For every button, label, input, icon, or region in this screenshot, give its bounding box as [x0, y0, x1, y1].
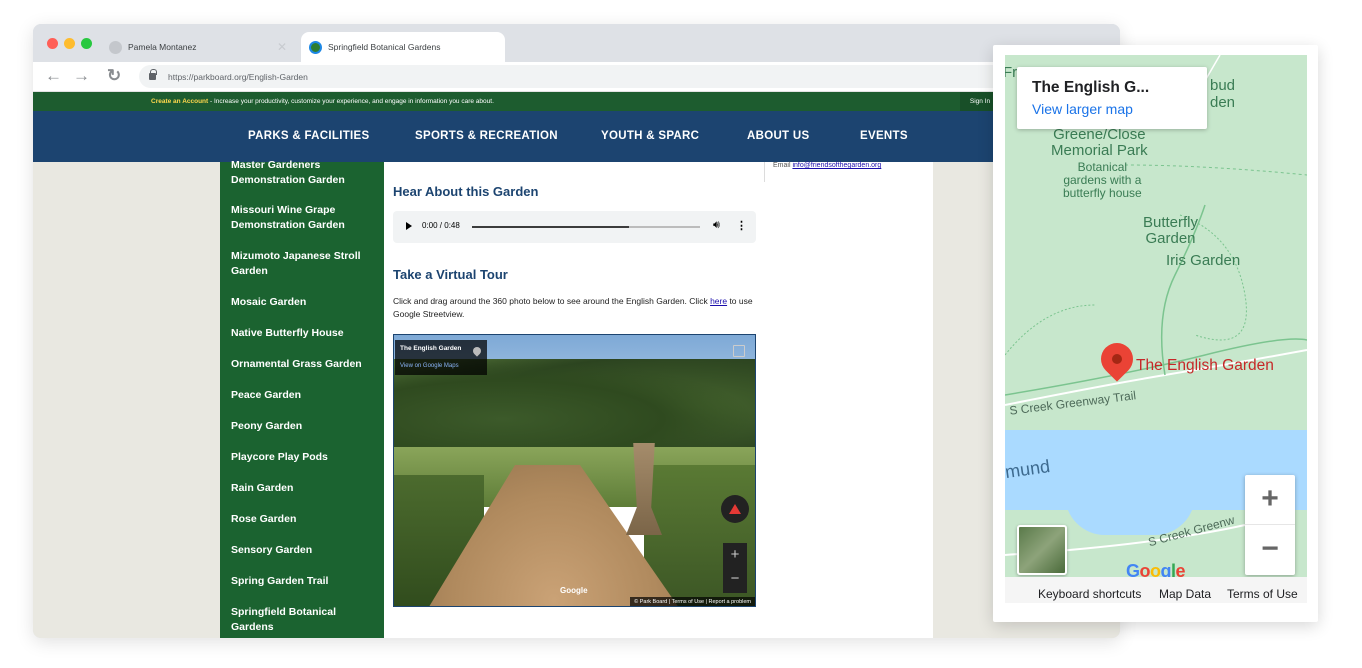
account-bar: Create an Account - Increase your produc… — [33, 92, 1120, 111]
address-bar[interactable]: https://parkboard.org/English-Garden — [139, 65, 1119, 88]
site-favicon-icon — [309, 40, 322, 54]
satellite-toggle-button[interactable] — [1017, 525, 1067, 575]
map-label-english-garden[interactable]: The English Garden — [1136, 358, 1274, 374]
zoom-in-button[interactable]: + — [1245, 475, 1295, 525]
globe-icon — [109, 40, 122, 54]
sidebar-item[interactable]: Peace Garden — [231, 388, 379, 403]
more-options-icon[interactable]: ⋮ — [736, 219, 747, 232]
panorama-credits[interactable]: © Park Board | Terms of Use | Report a p… — [630, 597, 755, 606]
page-viewport: Create an Account - Increase your produc… — [33, 92, 1120, 638]
map-zoom-control: + − — [1245, 475, 1295, 575]
audio-heading: Hear About this Garden — [393, 184, 539, 199]
garden-sidebar: Master Gardeners Demonstration Garden Mi… — [220, 159, 384, 638]
sidebar-item[interactable]: Ornamental Grass Garden — [231, 357, 379, 372]
url-text: https://parkboard.org/English-Garden — [168, 71, 308, 82]
keyboard-shortcuts-link[interactable]: Keyboard shortcuts — [1038, 587, 1141, 601]
map-label-water: mund — [1005, 455, 1052, 483]
audio-progress-track[interactable] — [472, 226, 700, 228]
google-logo: Google — [1126, 561, 1186, 577]
sidebar-item[interactable]: Peony Garden — [231, 419, 379, 434]
place-info-card: The English G... View larger map — [1017, 67, 1207, 129]
close-window-button[interactable] — [47, 38, 58, 49]
lock-icon — [149, 69, 157, 80]
panorama-info-card: The English Garden View on Google Maps — [395, 340, 487, 375]
tab-pamela-montanez[interactable]: Pamela Montanez ✕ — [101, 32, 297, 62]
tour-heading: Take a Virtual Tour — [393, 267, 508, 282]
nav-parks-facilities[interactable]: PARKS & FACILITIES — [248, 130, 369, 142]
nav-events[interactable]: EVENTS — [860, 130, 908, 142]
sidebar-item[interactable]: Mosaic Garden — [231, 295, 379, 310]
back-arrow-icon[interactable]: ← — [45, 66, 62, 86]
close-tab-icon[interactable]: ✕ — [277, 40, 287, 54]
audio-progress-fill — [472, 226, 630, 228]
tab-strip: Pamela Montanez ✕ Springfield Botanical … — [33, 24, 1120, 62]
sidebar-item[interactable]: Playcore Play Pods — [231, 450, 379, 465]
tab-title: Pamela Montanez — [128, 42, 197, 52]
sidebar-item[interactable]: Missouri Wine Grape Demonstration Garden — [231, 203, 379, 233]
contact-email: Email info@friendsofthegarden.org — [773, 162, 882, 169]
zoom-out-button[interactable]: − — [1245, 525, 1295, 575]
volume-icon[interactable]: 🔊︎ — [713, 219, 720, 232]
map-canvas[interactable]: Fr bud den Greene/Close Memorial Park Bo… — [1005, 55, 1307, 577]
nav-youth-sparc[interactable]: YOUTH & SPARC — [601, 130, 699, 142]
main-navigation: PARKS & FACILITIES SPORTS & RECREATION Y… — [33, 111, 1120, 162]
google-watermark: Google — [560, 586, 588, 595]
email-link[interactable]: info@friendsofthegarden.org — [792, 162, 881, 169]
panorama-viewer[interactable]: The English Garden View on Google Maps +… — [393, 334, 756, 607]
sidebar-item[interactable]: Spring Garden Trail — [231, 574, 379, 589]
map-label-park-description: Botanical gardens with a butterfly house — [1063, 160, 1142, 200]
map-pin-icon — [471, 345, 483, 357]
audio-time: 0:00 / 0:48 — [422, 221, 460, 230]
map-label-iris-garden: Iris Garden — [1166, 252, 1241, 269]
browser-toolbar: ← → ↻ https://parkboard.org/English-Gard… — [33, 62, 1120, 92]
maximize-window-button[interactable] — [81, 38, 92, 49]
sidebar-item[interactable]: Master Gardeners Demonstration Garden — [231, 158, 379, 188]
browser-window: Pamela Montanez ✕ Springfield Botanical … — [33, 24, 1120, 638]
sidebar-item[interactable]: Springfield Botanical Gardens — [231, 605, 379, 635]
sidebar-item[interactable]: Sensory Garden — [231, 543, 379, 558]
map-label: Fr — [1005, 64, 1018, 81]
fullscreen-icon[interactable] — [733, 345, 745, 357]
tab-springfield-botanical-gardens[interactable]: Springfield Botanical Gardens — [301, 32, 505, 62]
compass-icon[interactable] — [721, 495, 749, 523]
nav-sports-recreation[interactable]: SPORTS & RECREATION — [415, 130, 558, 142]
streetview-link[interactable]: here — [710, 296, 727, 306]
map-data-link[interactable]: Map Data — [1159, 587, 1211, 601]
view-larger-map-link[interactable]: View larger map — [1032, 101, 1133, 117]
reload-icon[interactable]: ↻ — [107, 66, 121, 86]
sidebar-item[interactable]: Mizumoto Japanese Stroll Garden — [231, 249, 379, 279]
create-account-link[interactable]: Create an Account — [151, 98, 208, 105]
play-icon[interactable] — [406, 222, 412, 230]
map-footer: Keyboard shortcuts Map Data Terms of Use — [1005, 577, 1307, 603]
sidebar-item[interactable]: Rain Garden — [231, 481, 379, 496]
place-title: The English G... — [1032, 79, 1150, 96]
column-divider — [764, 162, 765, 182]
map-label-park: Greene/Close Memorial Park — [1051, 126, 1148, 159]
map-label-butterfly-garden: Butterfly Garden — [1143, 214, 1199, 247]
map-label: bud den — [1210, 77, 1236, 111]
forward-arrow-icon[interactable]: → — [73, 66, 90, 86]
tour-intro: Click and drag around the 360 photo belo… — [393, 296, 753, 319]
account-bar-text: - Increase your productivity, customize … — [208, 98, 494, 105]
tab-title: Springfield Botanical Gardens — [328, 42, 441, 52]
sidebar-item[interactable]: Rose Garden — [231, 512, 379, 527]
panorama-zoom-control[interactable]: + − — [723, 543, 747, 593]
sidebar-item[interactable]: Native Butterfly House — [231, 326, 379, 341]
panorama-title: The English Garden — [400, 345, 462, 352]
map-embed: Fr bud den Greene/Close Memorial Park Bo… — [993, 45, 1318, 622]
minimize-window-button[interactable] — [64, 38, 75, 49]
terms-of-use-link[interactable]: Terms of Use — [1227, 587, 1298, 601]
nav-about-us[interactable]: ABOUT US — [747, 130, 809, 142]
audio-player: 0:00 / 0:48 🔊︎ ⋮ — [393, 211, 756, 243]
view-on-google-maps-link[interactable]: View on Google Maps — [400, 363, 459, 369]
